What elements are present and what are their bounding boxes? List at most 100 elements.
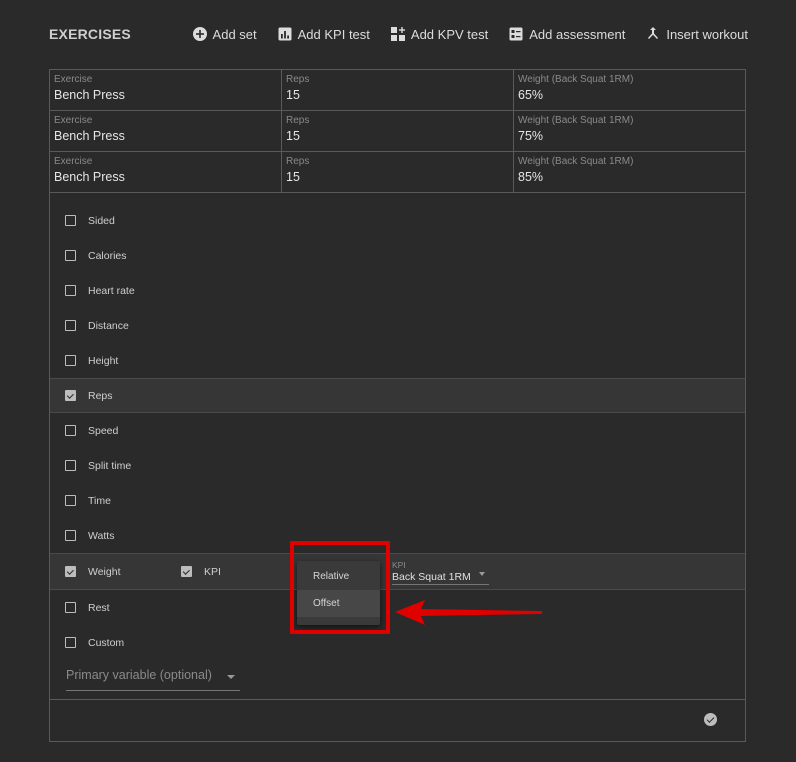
add-kpv-test-label: Add KPV test (410, 26, 489, 42)
add-circle-icon (192, 27, 207, 41)
checkbox[interactable] (65, 390, 76, 401)
merge-icon (648, 27, 659, 39)
option-label: Speed (88, 424, 119, 437)
add-set-button[interactable]: Add set (192, 26, 257, 42)
add-assessment-button[interactable]: Add assessment (508, 26, 625, 42)
reps-field[interactable]: Reps 15 (282, 70, 514, 110)
option-watts[interactable]: Watts (50, 518, 745, 553)
add-kpi-test-button[interactable]: Add KPI test (277, 26, 370, 42)
weight-field[interactable]: Weight (Back Squat 1RM) 65% (514, 70, 745, 110)
option-speed[interactable]: Speed (50, 413, 745, 448)
insert-workout-label: Insert workout (666, 26, 748, 42)
option-label: Watts (88, 529, 115, 542)
weight-label: Weight (Back Squat 1RM) (518, 115, 634, 126)
checkbox[interactable] (65, 495, 76, 506)
annotation-highlight-box (290, 541, 390, 634)
checkbox[interactable] (65, 355, 76, 366)
add-kpi-test-label: Add KPI test (297, 26, 370, 42)
option-label: Rest (88, 601, 110, 614)
bar-chart-icon (278, 27, 292, 41)
exercise-value: Bench Press (54, 88, 125, 102)
option-calories[interactable]: Calories (50, 238, 745, 273)
option-weight[interactable]: Weight KPI KPI Back Squat 1RM (50, 553, 745, 590)
kpi-checkbox[interactable] (181, 566, 192, 577)
kpi-select-label: KPI (392, 560, 406, 570)
reps-field[interactable]: Reps 15 (282, 111, 514, 151)
exercise-label: Exercise (54, 115, 93, 126)
exercise-label: Exercise (54, 74, 93, 85)
option-label: Reps (88, 389, 113, 402)
set-row: Exercise Bench Press Reps 15 Weight (Bac… (50, 152, 745, 193)
option-label: Height (88, 354, 119, 367)
exercise-label: Exercise (54, 156, 93, 167)
checkbox[interactable] (65, 250, 76, 261)
exercise-field[interactable]: Exercise Bench Press (50, 70, 282, 110)
weight-label: Weight (Back Squat 1RM) (518, 156, 634, 167)
chevron-down-icon (227, 675, 235, 679)
primary-variable-select[interactable]: Primary variable (optional) (66, 668, 240, 691)
option-heart-rate[interactable]: Heart rate (50, 273, 745, 308)
weight-field[interactable]: Weight (Back Squat 1RM) 75% (514, 111, 745, 151)
set-row: Exercise Bench Press Reps 15 Weight (Bac… (50, 70, 745, 111)
checkbox[interactable] (65, 602, 76, 613)
add-set-label: Add set (212, 26, 257, 42)
chevron-down-icon (479, 572, 485, 576)
exercise-field[interactable]: Exercise Bench Press (50, 152, 282, 192)
grid-add-icon (390, 27, 405, 41)
checkbox[interactable] (65, 530, 76, 541)
exercise-panel: Exercise Bench Press Reps 15 Weight (Bac… (49, 69, 746, 742)
option-custom[interactable]: Custom (50, 625, 745, 660)
checkbox[interactable] (65, 425, 76, 436)
option-label: Custom (88, 636, 125, 649)
kpi-check-label: KPI (204, 565, 221, 578)
reps-label: Reps (286, 156, 310, 167)
reps-label: Reps (286, 115, 310, 126)
check-circle-icon[interactable] (704, 713, 717, 726)
option-label: Weight (88, 565, 121, 578)
kpi-checkbox-group[interactable]: KPI (181, 566, 221, 578)
kpi-select-value: Back Squat 1RM (392, 571, 471, 583)
add-assessment-label: Add assessment (529, 26, 626, 42)
option-time[interactable]: Time (50, 483, 745, 518)
primary-variable-placeholder: Primary variable (optional) (66, 668, 212, 682)
checkbox[interactable] (65, 285, 76, 296)
option-height[interactable]: Height (50, 343, 745, 378)
option-distance[interactable]: Distance (50, 308, 745, 343)
reps-value: 15 (286, 129, 300, 143)
checkbox[interactable] (65, 215, 76, 226)
weight-label: Weight (Back Squat 1RM) (518, 74, 634, 85)
weight-field[interactable]: Weight (Back Squat 1RM) 85% (514, 152, 745, 192)
toolbar: Add set Add KPI test Add KPV test Add as… (192, 26, 748, 42)
checkbox[interactable] (65, 566, 76, 577)
reps-value: 15 (286, 170, 300, 184)
option-sided[interactable]: Sided (50, 203, 745, 238)
kpi-select[interactable]: KPI Back Squat 1RM (392, 560, 489, 585)
weight-value: 65% (518, 88, 544, 102)
exercise-field[interactable]: Exercise Bench Press (50, 111, 282, 151)
exercise-value: Bench Press (54, 170, 125, 184)
set-row: Exercise Bench Press Reps 15 Weight (Bac… (50, 111, 745, 152)
panel-footer (50, 699, 745, 741)
insert-workout-button[interactable]: Insert workout (645, 26, 748, 42)
weight-value: 75% (518, 129, 544, 143)
annotation-arrow (395, 600, 542, 625)
page-title: EXERCISES (49, 26, 131, 42)
option-label: Sided (88, 214, 115, 227)
exercise-value: Bench Press (54, 129, 125, 143)
option-label: Calories (88, 249, 127, 262)
option-label: Heart rate (88, 284, 135, 297)
option-split-time[interactable]: Split time (50, 448, 745, 483)
reps-label: Reps (286, 74, 310, 85)
add-kpv-test-button[interactable]: Add KPV test (390, 26, 488, 42)
weight-value: 85% (518, 170, 544, 184)
option-label: Distance (88, 319, 129, 332)
reps-field[interactable]: Reps 15 (282, 152, 514, 192)
option-label: Split time (88, 459, 132, 472)
checkbox[interactable] (65, 320, 76, 331)
option-label: Time (88, 494, 111, 507)
checkbox[interactable] (65, 460, 76, 471)
assessment-icon (509, 27, 523, 41)
checkbox[interactable] (65, 637, 76, 648)
variable-options: Sided Calories Heart rate Distance Heigh… (50, 193, 745, 660)
option-reps[interactable]: Reps (50, 378, 745, 413)
